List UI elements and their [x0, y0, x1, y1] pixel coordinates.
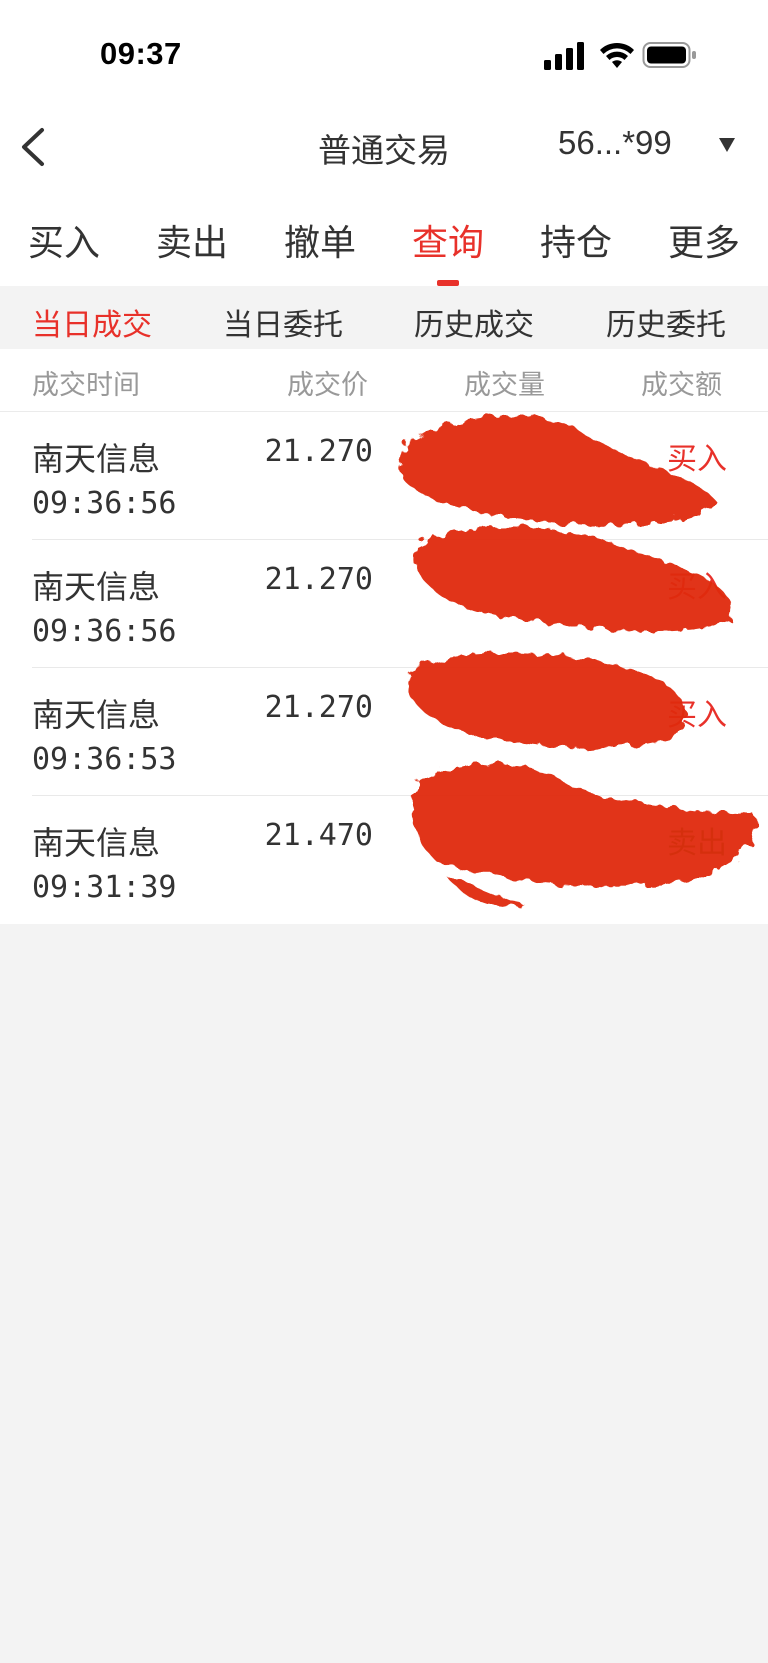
trade-side: 买入 — [667, 570, 727, 605]
trade-side: 卖出 — [667, 826, 727, 861]
column-header-volume: 成交量 — [464, 370, 545, 401]
trade-list: 南天信息 09:36:56 21.270 买入 南天信息 09:36:56 21… — [0, 412, 768, 924]
trade-price: 21.470 — [264, 818, 373, 853]
tab-more[interactable]: 更多 — [640, 214, 768, 266]
column-header-amount: 成交额 — [641, 370, 722, 401]
cellular-signal-icon — [544, 42, 584, 70]
tab-buy[interactable]: 买入 — [0, 214, 128, 266]
trade-row[interactable]: 南天信息 09:31:39 21.470 卖出 — [0, 796, 768, 924]
caret-down-icon[interactable] — [717, 136, 737, 154]
subtab-today-orders[interactable]: 当日委托 — [223, 300, 343, 344]
trade-price: 21.270 — [264, 434, 373, 469]
account-selector[interactable]: 56...*99 — [558, 124, 672, 162]
column-header-time: 成交时间 — [32, 370, 140, 401]
tab-query[interactable]: 查询 — [384, 214, 512, 266]
tab-sell[interactable]: 卖出 — [128, 214, 256, 266]
battery-icon — [642, 42, 696, 68]
trade-row[interactable]: 南天信息 09:36:56 21.270 买入 — [0, 540, 768, 668]
nav-bar: 普通交易 56...*99 — [0, 110, 768, 190]
trade-time: 09:36:56 — [32, 614, 177, 649]
table-header: 成交时间 成交价 成交量 成交额 — [0, 349, 768, 412]
trade-row[interactable]: 南天信息 09:36:56 21.270 买入 — [0, 412, 768, 540]
trade-time: 09:36:56 — [32, 486, 177, 521]
trade-price: 21.270 — [264, 562, 373, 597]
trade-time: 09:36:53 — [32, 742, 177, 777]
tab-cancel-order[interactable]: 撤单 — [256, 214, 384, 266]
trade-price: 21.270 — [264, 690, 373, 725]
trade-side: 买入 — [667, 698, 727, 733]
query-subtabs: 当日成交 当日委托 历史成交 历史委托 — [0, 288, 768, 349]
status-bar: 09:37 — [0, 0, 768, 110]
trade-row[interactable]: 南天信息 09:36:53 21.270 买入 — [0, 668, 768, 796]
subtab-history-trades[interactable]: 历史成交 — [414, 300, 534, 344]
stock-name: 南天信息 — [32, 568, 161, 606]
status-time: 09:37 — [100, 36, 182, 71]
subtab-today-trades[interactable]: 当日成交 — [32, 300, 152, 344]
stock-name: 南天信息 — [32, 696, 161, 734]
active-tab-indicator — [437, 280, 459, 286]
wifi-icon — [600, 42, 634, 68]
trade-time: 09:31:39 — [32, 870, 177, 905]
column-header-price: 成交价 — [287, 370, 368, 401]
trade-side: 买入 — [667, 442, 727, 477]
main-tabs: 买入 卖出 撤单 查询 持仓 更多 — [0, 190, 768, 286]
tab-positions[interactable]: 持仓 — [512, 214, 640, 266]
subtab-history-orders[interactable]: 历史委托 — [606, 300, 726, 344]
stock-name: 南天信息 — [32, 824, 161, 862]
stock-name: 南天信息 — [32, 440, 161, 478]
